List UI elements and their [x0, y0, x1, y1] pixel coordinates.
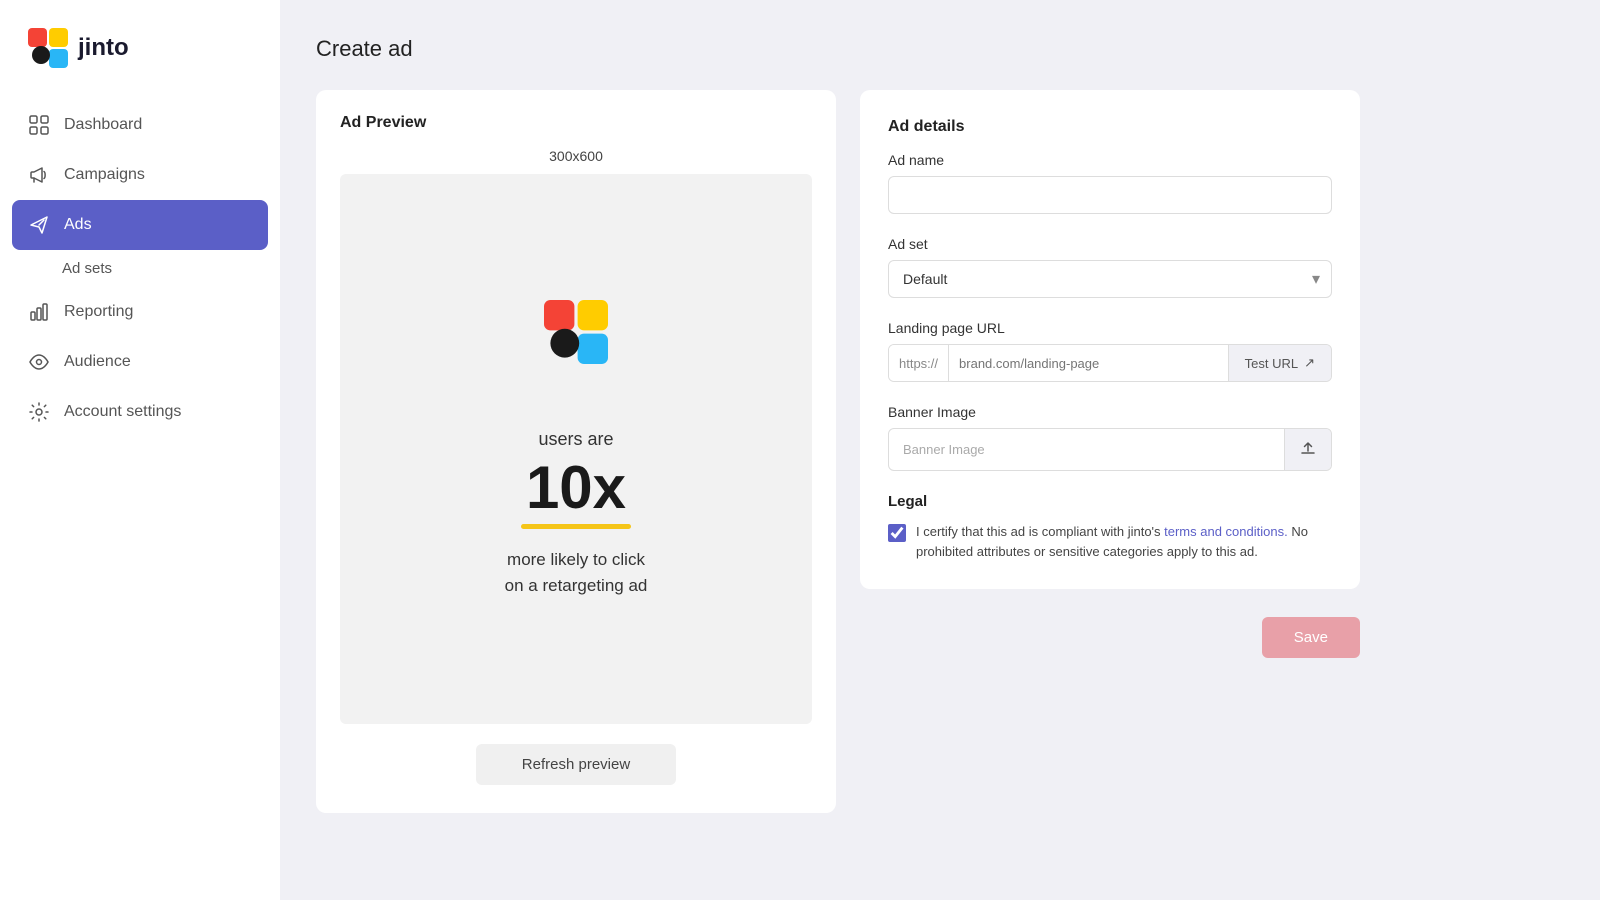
save-button[interactable]: Save: [1262, 617, 1360, 658]
sidebar-item-label: Campaigns: [64, 166, 145, 184]
ad-text-10x: 10x: [526, 458, 626, 518]
bottom-row: Save: [860, 617, 1360, 658]
sidebar-item-label: Reporting: [64, 303, 133, 321]
test-url-label: Test URL: [1245, 356, 1298, 371]
landing-page-group: Landing page URL https:// Test URL ↗: [888, 320, 1332, 382]
upload-button[interactable]: [1284, 429, 1331, 470]
ad-set-select[interactable]: Default: [888, 260, 1332, 298]
grid-icon: [28, 114, 50, 136]
ad-logo-area: [544, 300, 608, 369]
refresh-preview-button[interactable]: Refresh preview: [476, 744, 676, 785]
banner-image-label: Banner Image: [888, 404, 1332, 420]
gear-icon: [28, 401, 50, 423]
ad-preview-panel: Ad Preview 300x600 users are 10x: [316, 90, 836, 813]
banner-field-row: Banner Image: [888, 428, 1332, 471]
legal-title: Legal: [888, 493, 1332, 510]
ad-set-group: Ad set Default ▾: [888, 236, 1332, 298]
sidebar-item-dashboard[interactable]: Dashboard: [0, 100, 280, 150]
ad-inner: users are 10x more likely to click on a …: [446, 204, 706, 694]
ad-text-users: users are: [538, 429, 613, 450]
paper-plane-icon: [28, 214, 50, 236]
landing-page-label: Landing page URL: [888, 320, 1332, 336]
sidebar-item-account-settings[interactable]: Account settings: [0, 387, 280, 437]
ad-set-select-wrapper: Default ▾: [888, 260, 1332, 298]
legal-text: I certify that this ad is compliant with…: [916, 522, 1332, 561]
logo-area: jinto: [0, 0, 280, 100]
upload-icon: [1299, 439, 1317, 460]
ad-size-label: 300x600: [340, 148, 812, 164]
external-link-icon: ↗: [1304, 355, 1315, 371]
sidebar: jinto Dashboard Campaigns: [0, 0, 280, 900]
sidebar-item-label: Audience: [64, 353, 131, 371]
sidebar-item-reporting[interactable]: Reporting: [0, 287, 280, 337]
banner-image-group: Banner Image Banner Image: [888, 404, 1332, 471]
page-title: Create ad: [316, 36, 1564, 62]
right-wrapper: Ad details Ad name Ad set Default ▾: [860, 90, 1360, 658]
test-url-button[interactable]: Test URL ↗: [1228, 345, 1331, 381]
ad-preview-title: Ad Preview: [340, 114, 812, 132]
ad-details-panel: Ad details Ad name Ad set Default ▾: [860, 90, 1360, 589]
ad-name-group: Ad name: [888, 152, 1332, 214]
sidebar-sub-label: Ad sets: [62, 260, 112, 277]
ad-underline: [521, 524, 631, 529]
app-name: jinto: [78, 34, 129, 62]
logo-icon: [28, 28, 68, 68]
ad-preview-frame: users are 10x more likely to click on a …: [340, 174, 812, 724]
banner-placeholder: Banner Image: [889, 432, 1284, 467]
sidebar-item-campaigns[interactable]: Campaigns: [0, 150, 280, 200]
eye-icon: [28, 351, 50, 373]
legal-section: Legal I certify that this ad is complian…: [888, 493, 1332, 561]
content-area: Ad Preview 300x600 users are 10x: [316, 90, 1564, 813]
megaphone-icon: [28, 164, 50, 186]
ad-set-label: Ad set: [888, 236, 1332, 252]
main-content: Create ad Ad Preview 300x600: [280, 0, 1600, 900]
terms-link[interactable]: terms and conditions.: [1164, 524, 1288, 539]
ad-logo-icon: [544, 300, 608, 364]
legal-checkbox[interactable]: [888, 524, 906, 542]
legal-checkbox-row: I certify that this ad is compliant with…: [888, 522, 1332, 561]
url-protocol: https://: [889, 345, 949, 381]
ad-name-label: Ad name: [888, 152, 1332, 168]
sidebar-item-ad-sets[interactable]: Ad sets: [0, 250, 280, 287]
ad-text-more: more likely to click on a retargeting ad: [505, 547, 648, 598]
landing-url-input[interactable]: [949, 345, 1228, 381]
sidebar-item-ads[interactable]: Ads: [12, 200, 268, 250]
sidebar-item-audience[interactable]: Audience: [0, 337, 280, 387]
ad-name-input[interactable]: [888, 176, 1332, 214]
sidebar-item-label: Dashboard: [64, 116, 142, 134]
sidebar-item-label: Account settings: [64, 403, 181, 421]
bar-chart-icon: [28, 301, 50, 323]
sidebar-item-label: Ads: [64, 216, 92, 234]
url-field-row: https:// Test URL ↗: [888, 344, 1332, 382]
ad-details-title: Ad details: [888, 118, 1332, 136]
